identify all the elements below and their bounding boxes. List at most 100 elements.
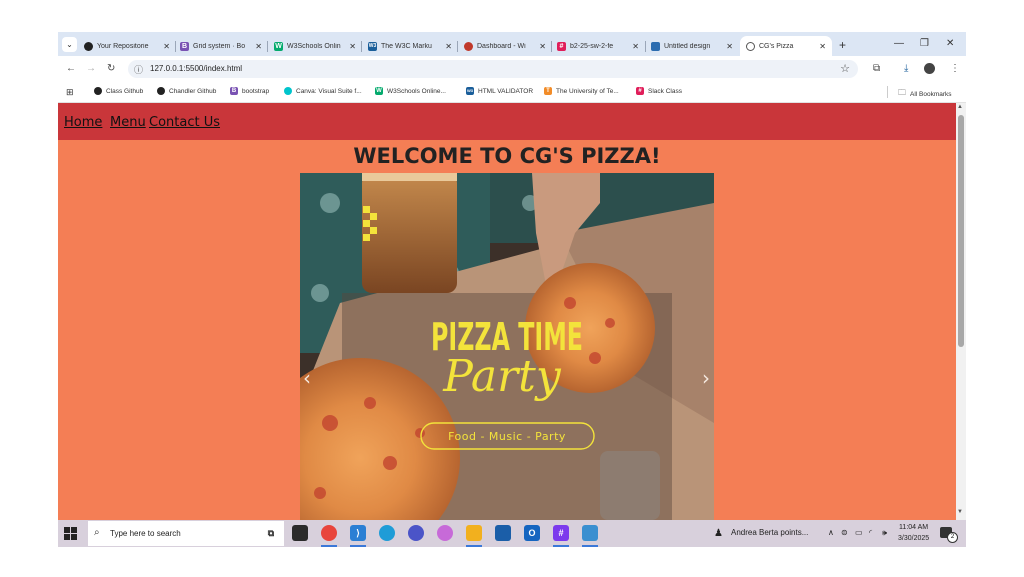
canva-icon xyxy=(284,87,292,95)
github-icon xyxy=(157,87,165,95)
network-icon[interactable]: ⊜ xyxy=(841,528,848,537)
more-menu-icon[interactable]: ⋮ xyxy=(950,63,960,74)
scroll-up-icon[interactable]: ▲ xyxy=(957,104,963,110)
task-view-icon[interactable]: ⧉ xyxy=(263,525,279,541)
clock-time: 11:04 AM xyxy=(899,524,929,531)
all-bookmarks-button[interactable]: 🗀 All Bookmarks xyxy=(898,87,952,101)
clock-date: 3/30/2025 xyxy=(898,535,930,542)
tab-search-button[interactable]: ⌄ xyxy=(62,37,77,52)
nav-menu-link[interactable]: Menu xyxy=(110,115,146,130)
tab-w3c-markup[interactable]: W3 The W3C Marku ✕ xyxy=(368,36,452,56)
scrollbar-thumb[interactable] xyxy=(958,115,964,347)
close-icon[interactable]: ✕ xyxy=(255,42,262,51)
site-info-icon[interactable]: ⓘ xyxy=(134,63,143,76)
tab-title: W3Schools Onlin xyxy=(287,42,341,50)
bookmark-university[interactable]: T The University of Te... xyxy=(544,87,619,95)
nav-contact-link[interactable]: Contact Us xyxy=(149,115,220,130)
reload-icon[interactable]: ↻ xyxy=(107,63,115,74)
scroll-down-icon[interactable]: ▼ xyxy=(957,509,963,515)
tab-dashboard[interactable]: Dashboard - Wi ✕ xyxy=(464,36,546,56)
dashboard-icon xyxy=(464,41,473,51)
hero-carousel: ‹ › PIZZA TIME Party Food - Music - Part… xyxy=(300,173,714,520)
app-icon[interactable] xyxy=(582,525,598,541)
restore-button[interactable]: ❐ xyxy=(920,38,929,49)
w3c-icon: W3 xyxy=(368,41,377,51)
tab-title: Your Repositorie xyxy=(97,42,149,50)
tab-slack-channel[interactable]: # b2-25-sw-2-fe ✕ xyxy=(557,36,639,56)
close-icon[interactable]: ✕ xyxy=(539,42,546,51)
volume-icon[interactable]: 🕪 xyxy=(882,528,887,538)
extensions-icon[interactable]: ⧉ xyxy=(873,63,880,74)
file-explorer-icon[interactable] xyxy=(466,525,482,541)
slack-icon: # xyxy=(636,87,644,95)
bookmark-html-validator[interactable]: W3 HTML VALIDATOR xyxy=(466,87,533,95)
tab-cgs-pizza[interactable]: CG's Pizza ✕ xyxy=(740,36,832,56)
canva-icon xyxy=(651,41,660,51)
address-bar[interactable]: ⓘ 127.0.0.1:5500/index.html ☆ xyxy=(128,60,858,78)
new-tab-button[interactable]: + xyxy=(839,38,846,52)
back-icon[interactable]: ← xyxy=(66,63,76,74)
copilot-icon[interactable] xyxy=(437,525,453,541)
windows-start-icon[interactable] xyxy=(64,527,78,541)
bookmark-class-github[interactable]: Class Github xyxy=(94,87,143,95)
close-icon[interactable]: ✕ xyxy=(163,42,170,51)
page-scrollbar[interactable]: ▲ ▼ xyxy=(956,103,966,520)
edge-icon[interactable] xyxy=(379,525,395,541)
profile-avatar[interactable] xyxy=(924,63,935,74)
tray-chevron-icon[interactable]: ∧ xyxy=(828,528,834,537)
notification-count-badge: 2 xyxy=(947,532,958,543)
tab-title: Untitled design xyxy=(664,42,711,50)
vscode-icon[interactable]: ⟩ xyxy=(350,525,366,541)
bookmark-w3schools[interactable]: W W3Schools Online... xyxy=(375,87,446,95)
site-navbar: Home Menu Contact Us xyxy=(58,103,956,140)
w3c-icon: W3 xyxy=(466,87,474,95)
wifi-icon[interactable]: ◜ xyxy=(869,528,872,537)
news-notification[interactable]: Andrea Berta points... xyxy=(731,528,808,537)
tab-untitled-design[interactable]: Untitled design ✕ xyxy=(651,36,733,56)
apps-grid-icon[interactable]: ⊞ xyxy=(66,87,74,98)
minimize-button[interactable]: — xyxy=(894,38,904,49)
close-icon[interactable]: ✕ xyxy=(445,42,452,51)
close-icon[interactable]: ✕ xyxy=(726,42,733,51)
carousel-next-icon[interactable]: › xyxy=(702,366,710,390)
nav-home-link[interactable]: Home xyxy=(64,115,102,130)
chrome-icon[interactable] xyxy=(321,525,337,541)
terminal-icon[interactable] xyxy=(292,525,308,541)
bookmark-chandler-github[interactable]: Chandler Github xyxy=(157,87,216,95)
bootstrap-icon: B xyxy=(230,87,238,95)
taskbar-search[interactable]: ⌕ Type here to search xyxy=(88,521,284,546)
tab-repositories[interactable]: Your Repositorie ✕ xyxy=(84,36,170,56)
close-icon[interactable]: ✕ xyxy=(632,42,639,51)
close-icon[interactable]: ✕ xyxy=(349,42,356,51)
ut-icon: T xyxy=(544,87,552,95)
forward-icon[interactable]: → xyxy=(86,63,96,74)
carousel-prev-icon[interactable]: ‹ xyxy=(303,366,311,390)
slack-icon[interactable]: # xyxy=(553,525,569,541)
close-window-button[interactable]: ✕ xyxy=(946,38,954,49)
store-icon[interactable] xyxy=(495,525,511,541)
battery-icon[interactable]: ▭ xyxy=(855,528,863,537)
zoom-icon[interactable] xyxy=(408,525,424,541)
bookmark-star-icon[interactable]: ☆ xyxy=(840,62,850,75)
github-icon xyxy=(84,41,93,51)
search-placeholder: Type here to search xyxy=(110,529,181,538)
bookmark-bootstrap[interactable]: B bootstrap xyxy=(230,87,269,95)
download-icon[interactable]: ⤓ xyxy=(904,63,908,74)
w3schools-icon: W xyxy=(375,87,383,95)
slide-tagline: Food - Music - Party xyxy=(448,430,566,443)
bookmark-canva[interactable]: Canva: Visual Suite f... xyxy=(284,87,362,95)
folder-icon: 🗀 xyxy=(898,88,906,97)
outlook-icon[interactable]: O xyxy=(524,525,540,541)
tab-title: CG's Pizza xyxy=(759,42,794,50)
news-icon[interactable]: ♟ xyxy=(714,528,723,539)
system-clock[interactable]: 11:04 AM 3/30/2025 xyxy=(898,522,929,544)
url-text[interactable]: 127.0.0.1:5500/index.html xyxy=(150,64,242,73)
close-icon[interactable]: ✕ xyxy=(819,42,826,51)
tab-grid-system[interactable]: B Grid system · Bo ✕ xyxy=(180,36,262,56)
bookmark-slack-class[interactable]: # Slack Class xyxy=(636,87,682,95)
w3schools-icon: W xyxy=(274,41,283,51)
tab-title: Dashboard - Wi xyxy=(477,42,526,50)
tab-w3schools[interactable]: W W3Schools Onlin ✕ xyxy=(274,36,356,56)
taskbar: ⌕ Type here to search ⧉ ⟩ O # ♟ Andrea B… xyxy=(58,520,966,547)
notification-center-icon[interactable]: 2 xyxy=(940,527,958,543)
